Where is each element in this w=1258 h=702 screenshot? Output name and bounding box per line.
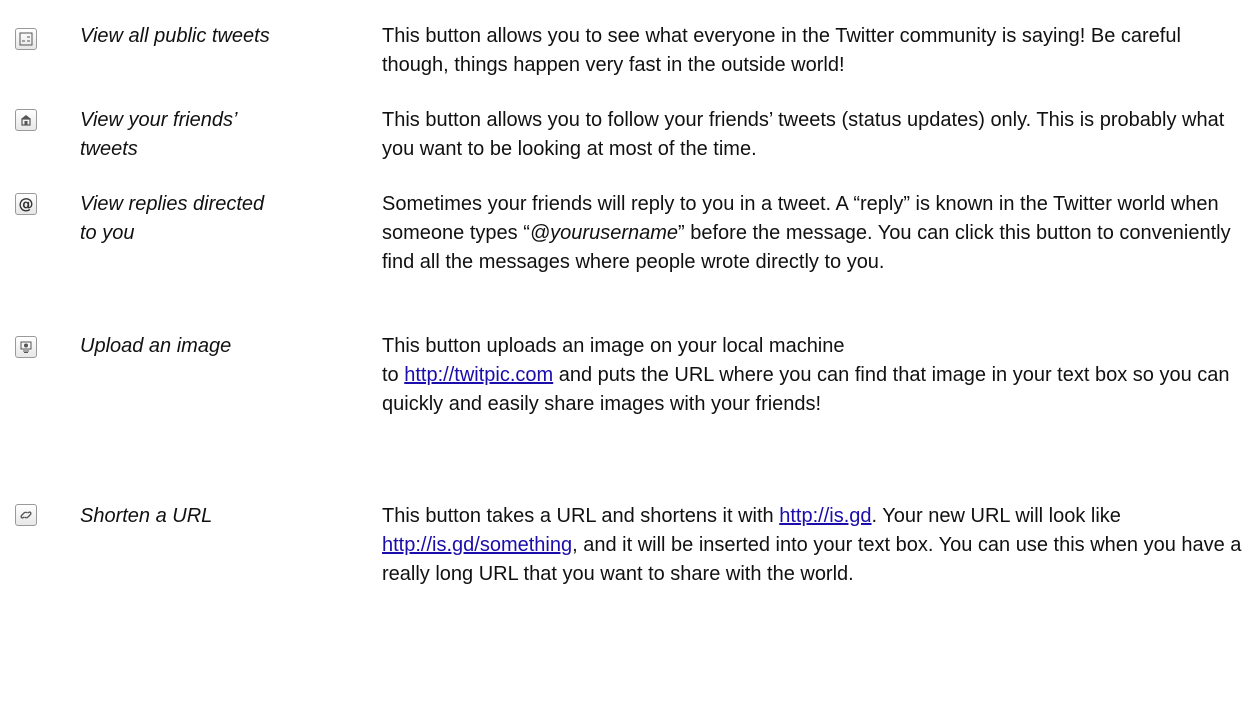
feature-term: Upload an image [80,335,232,357]
feature-description: This button allows you to follow your fr… [382,109,1225,160]
home-icon[interactable] [15,109,37,131]
feature-description: This button takes a URL and shortens it … [382,502,1242,589]
at-sign-glyph: @ [18,194,34,213]
feature-term: View replies directed to you [80,190,370,248]
isgd-example-link[interactable]: http://is.gd/something [382,534,572,556]
feature-term-line: tweets [80,138,138,160]
at-sign-icon[interactable]: @ [15,193,37,215]
feature-term: Shorten a URL [80,505,213,527]
feature-description: This button uploads an image on your loc… [382,332,1242,419]
upload-image-icon[interactable] [15,336,37,358]
feature-description: This button allows you to see what every… [382,25,1181,76]
shorten-url-icon[interactable] [15,504,37,526]
public-timeline-icon[interactable] [15,28,37,50]
feature-description: Sometimes your friends will reply to you… [382,190,1242,277]
isgd-link[interactable]: http://is.gd [779,505,871,527]
feature-term-line: to you [80,222,135,244]
feature-term: View all public tweets [80,25,270,47]
desc-text: This button uploads an image on your loc… [382,335,845,357]
desc-text: . Your new URL will look like [871,505,1121,527]
desc-text: This button takes a URL and shortens it … [382,505,780,527]
desc-emphasis: @yourusername [529,222,679,244]
feature-term: View your friends’ tweets [80,106,370,164]
feature-term-line: View replies directed [80,193,265,215]
feature-term-line: View your friends’ [80,109,238,131]
twitpic-link[interactable]: http://twitpic.com [404,364,553,386]
